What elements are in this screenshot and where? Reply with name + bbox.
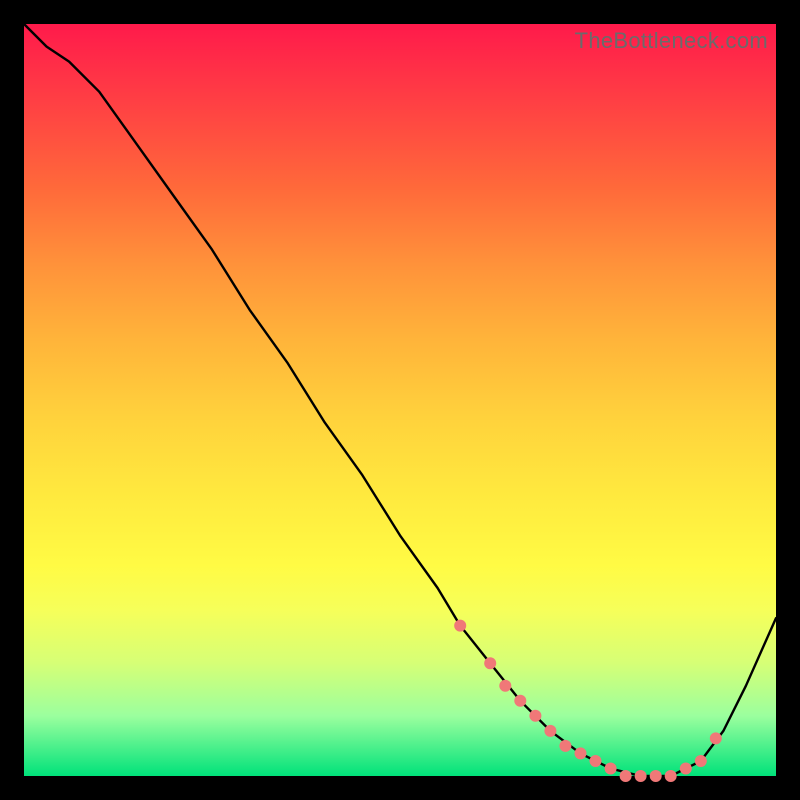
highlight-dot: [710, 732, 722, 744]
chart-canvas: TheBottleneck.com: [24, 24, 776, 776]
highlight-dot: [695, 755, 707, 767]
highlight-dot: [484, 657, 496, 669]
highlight-dot: [499, 680, 511, 692]
highlight-dot: [590, 755, 602, 767]
highlight-dot: [544, 725, 556, 737]
highlight-dot: [635, 770, 647, 782]
highlight-dot: [454, 620, 466, 632]
highlight-dot: [680, 763, 692, 775]
highlight-dot: [650, 770, 662, 782]
curve-path: [24, 24, 776, 776]
highlight-dot: [620, 770, 632, 782]
highlight-dot: [514, 695, 526, 707]
highlight-dot: [575, 747, 587, 759]
highlight-dot: [605, 763, 617, 775]
highlight-dot: [665, 770, 677, 782]
highlight-dot: [559, 740, 571, 752]
highlight-dot: [529, 710, 541, 722]
chart-overlay: [24, 24, 776, 776]
